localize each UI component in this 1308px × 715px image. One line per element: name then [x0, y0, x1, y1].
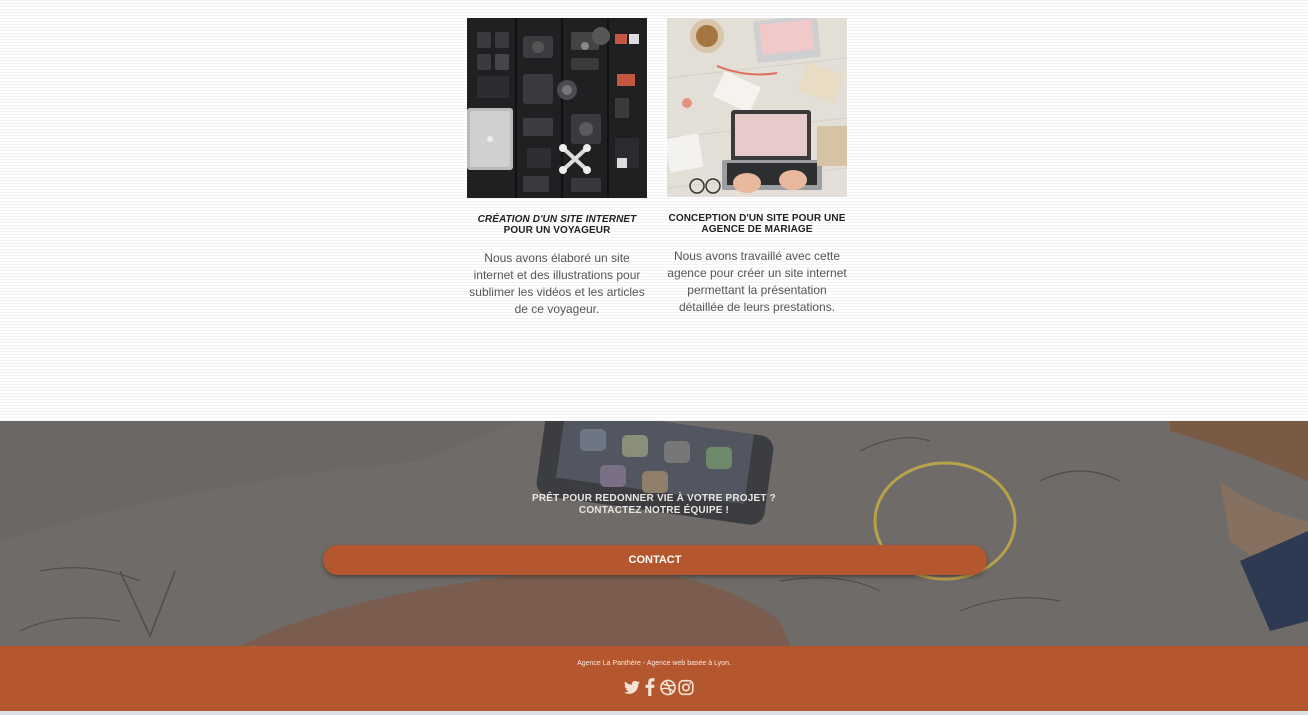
instagram-icon[interactable] — [678, 678, 694, 696]
wedding-title-line1: Conception d'un site pour une — [668, 213, 846, 224]
portfolio-section: Création d'un site internet pour un voya… — [0, 0, 1308, 421]
wedding-title-line2: agence de mariage — [701, 224, 813, 235]
traveler-project-title[interactable]: Création d'un site internet pour un voya… — [467, 214, 647, 236]
social-links — [624, 676, 694, 698]
facebook-icon[interactable] — [642, 678, 658, 696]
wedding-project-description: Nous avons travaillé avec cette agence p… — [667, 249, 847, 314]
camera-gear-flatlay-image — [467, 18, 647, 198]
cta-line2: Contactez notre équipe ! — [578, 505, 730, 516]
traveler-title-line1: Création d'un site internet — [477, 214, 637, 225]
site-footer: Agence La Panthère - Agence web basée à … — [0, 646, 1308, 711]
wedding-project-image[interactable] — [667, 18, 847, 197]
contact-button[interactable]: CONTACT — [323, 545, 987, 575]
twitter-icon[interactable] — [624, 678, 640, 696]
footer-tagline: Agence La Panthère - Agence web basée à … — [577, 660, 731, 667]
dribbble-icon[interactable] — [660, 678, 676, 696]
contact-cta-section: Prêt pour redonner vie à votre projet ? … — [0, 421, 1308, 646]
traveler-project-description: Nous avons élaboré un site internet et d… — [469, 251, 645, 316]
wedding-project-title[interactable]: Conception d'un site pour une agence de … — [667, 213, 847, 235]
cta-line1: Prêt pour redonner vie à votre projet ? — [532, 493, 776, 504]
sketching-background-image — [0, 421, 1308, 646]
bottom-strip — [0, 711, 1308, 715]
traveler-title-line2: pour un voyageur — [503, 225, 611, 236]
portfolio-card-traveler[interactable]: Création d'un site internet pour un voya… — [467, 18, 647, 318]
cta-heading: Prêt pour redonner vie à votre projet ? … — [0, 493, 1308, 517]
desk-laptop-image — [667, 18, 847, 197]
portfolio-card-wedding[interactable]: Conception d'un site pour une agence de … — [667, 18, 847, 316]
traveler-project-image[interactable] — [467, 18, 647, 198]
